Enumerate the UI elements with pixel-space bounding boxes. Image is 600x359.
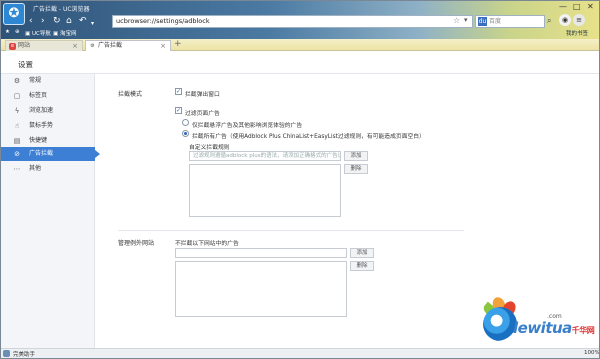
- add-rule-button[interactable]: 添加: [344, 151, 368, 161]
- undo-dropdown-icon[interactable]: ▾: [91, 19, 94, 28]
- undo-icon[interactable]: ↶: [79, 17, 87, 26]
- radio-light-block[interactable]: [182, 119, 189, 126]
- sidebar-item-shortcuts[interactable]: ▤ 快捷键: [1, 134, 95, 148]
- watermark-text: lewitua千华网: [513, 319, 595, 337]
- sidebar-item-acceleration[interactable]: ϟ 浏览加速: [1, 104, 95, 118]
- section-label-block-mode: 拦截模式: [118, 91, 143, 98]
- extension-icon[interactable]: ◉: [559, 14, 571, 26]
- forward-icon[interactable]: ›: [41, 17, 45, 26]
- title-bar: ✪ 广告拦截 - UC浏览器 ‹ › ↻ ⌂ ↶ ▾ ucbrowser://s…: [1, 1, 599, 39]
- status-bar: 完美助手 100%: [1, 348, 599, 358]
- tab-icon: ▢: [13, 92, 21, 100]
- new-tab-icon[interactable]: +: [174, 39, 182, 49]
- zoom-level[interactable]: 100%: [584, 350, 599, 356]
- sidebar-item-other[interactable]: ⋯ 其他: [1, 162, 95, 176]
- gear-icon: ⚙: [13, 77, 21, 85]
- tab-sites[interactable]: e 网站 ×: [5, 40, 83, 51]
- window-title: 广告拦截 - UC浏览器: [33, 6, 90, 13]
- rule-input[interactable]: 过滤规则遵循adblock plus的语法，请添加正确格式的广告过滤规则: [189, 151, 341, 161]
- exceptions-description: 不拦截以下网站中的广告: [175, 241, 239, 247]
- sidebar-item-mouse-gestures[interactable]: ☝ 鼠标手势: [1, 119, 95, 133]
- search-placeholder: 百度: [489, 18, 502, 25]
- section-label-exceptions: 管理例外网站: [118, 240, 155, 247]
- bookmark-folder[interactable]: 我的书签: [566, 29, 588, 37]
- rules-list[interactable]: [189, 164, 341, 217]
- tab-adblock[interactable]: ⚙ 广告拦截 ×: [85, 40, 171, 51]
- search-input[interactable]: du 百度: [475, 15, 545, 28]
- delete-rule-button[interactable]: 删除: [344, 164, 368, 174]
- sidebar-item-adblock[interactable]: ⊘ 广告拦截: [1, 147, 100, 161]
- refresh-icon[interactable]: ↻: [53, 17, 61, 26]
- page-title: 设置: [18, 60, 33, 69]
- settings-sidebar: ⚙ 常规 ▢ 标签页 ϟ 浏览加速 ☝ 鼠标手势 ▤ 快捷键 ⊘ 广告拦截 ⋯ …: [1, 74, 100, 348]
- uc-logo-icon[interactable]: ✪: [3, 3, 25, 25]
- lightning-icon: ϟ: [14, 107, 20, 115]
- page-ads-label: 过滤页面广告: [185, 111, 220, 117]
- mouse-icon: ☝: [14, 122, 20, 130]
- bookmark-taobao[interactable]: ▣ 淘宝网: [53, 29, 76, 37]
- add-exception-button[interactable]: 添加: [350, 248, 374, 258]
- exceptions-list[interactable]: [175, 261, 347, 317]
- radio-block-all[interactable]: [182, 130, 189, 137]
- status-text[interactable]: 完美助手: [13, 350, 35, 358]
- maximize-icon[interactable]: □: [573, 2, 581, 11]
- sidebar-item-general[interactable]: ⚙ 常规: [1, 74, 95, 88]
- minimize-icon[interactable]: —: [559, 2, 567, 11]
- bookmark-add-icon[interactable]: ⊕: [15, 29, 20, 35]
- popup-block-checkbox[interactable]: ✓: [175, 88, 182, 95]
- keyboard-icon: ▤: [13, 137, 21, 145]
- star-icon[interactable]: ☆: [453, 16, 460, 25]
- tab-close-icon[interactable]: ×: [160, 41, 166, 51]
- sidebar-item-tabs[interactable]: ▢ 标签页: [1, 89, 95, 103]
- assistant-icon[interactable]: [3, 350, 10, 357]
- search-engine-icon[interactable]: du: [478, 17, 487, 26]
- browser-window: ✪ 广告拦截 - UC浏览器 ‹ › ↻ ⌂ ↶ ▾ ucbrowser://s…: [0, 0, 600, 359]
- menu-icon[interactable]: ≡: [573, 14, 585, 26]
- radio-block-all-label: 拦截所有广告（使用Adblock Plus ChinaList+EasyList…: [192, 134, 425, 140]
- popup-block-label: 拦截弹出窗口: [185, 92, 220, 98]
- search-icon[interactable]: ⌕: [547, 16, 551, 26]
- radio-light-label: 仅拦截悬浮广告及其他影响浏览体验的广告: [192, 123, 303, 129]
- bookmarks-bar: ★ ⊕ ▣ UC导航 ▣ 淘宝网 我的书签: [1, 28, 599, 39]
- bookmark-uc-nav[interactable]: ▣ UC导航: [25, 29, 51, 37]
- delete-exception-button[interactable]: 删除: [350, 261, 374, 271]
- back-icon[interactable]: ‹: [29, 17, 33, 26]
- tab-bar: e 网站 × ⚙ 广告拦截 ×: [1, 39, 599, 51]
- block-icon: ⊘: [14, 150, 20, 158]
- exception-site-input[interactable]: [175, 248, 347, 258]
- watermark-logo: .com lewitua千华网: [469, 295, 599, 347]
- tab-close-icon[interactable]: ×: [72, 41, 78, 51]
- section-separator: [118, 230, 464, 231]
- address-dropdown-icon[interactable]: ▾: [464, 16, 468, 24]
- watermark-globe-icon: [483, 307, 517, 341]
- home-icon[interactable]: ⌂: [66, 17, 72, 26]
- custom-rules-label: 自定义拦截规则: [189, 145, 230, 151]
- tab-favicon-icon: e: [9, 43, 16, 50]
- more-icon: ⋯: [13, 165, 21, 173]
- close-icon[interactable]: ✕: [587, 2, 594, 11]
- settings-gear-icon: ⚙: [90, 43, 95, 49]
- bookmark-star-icon[interactable]: ★: [5, 29, 10, 35]
- page-ads-checkbox[interactable]: ✓: [175, 107, 182, 114]
- address-bar[interactable]: ucbrowser://settings/adblock: [112, 15, 473, 28]
